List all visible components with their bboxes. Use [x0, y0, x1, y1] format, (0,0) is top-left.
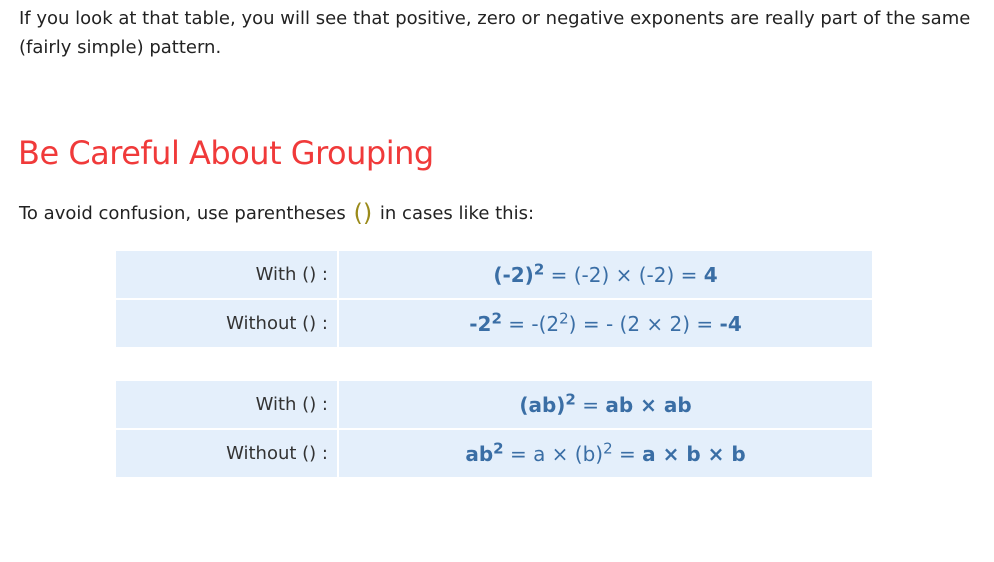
expr-inner-exponent: 2	[559, 308, 569, 327]
intro-paragraph: If you look at that table, you will see …	[19, 8, 971, 58]
variable-grouping-table: With () : (ab)2 = ab × ab Without () : a…	[116, 381, 872, 477]
expr-exponent: 2	[493, 438, 504, 457]
expr-equals: =	[612, 441, 643, 466]
row-expression: (ab)2 = ab × ab	[339, 381, 872, 428]
expr-result: ab × ab	[605, 392, 692, 417]
table-row: Without () : ab2 = a × (b)2 = a × b × b	[116, 428, 872, 477]
section-heading: Be Careful About Grouping	[18, 134, 434, 172]
expr-base: (-2)	[493, 262, 534, 287]
table-row: With () : (ab)2 = ab × ab	[116, 381, 872, 428]
expr-base: (ab)	[519, 392, 566, 417]
row-label: With () :	[116, 381, 339, 428]
row-expression: -22 = -(22) = - (2 × 2) = -4	[339, 298, 872, 347]
expr-exponent: 2	[565, 389, 576, 408]
row-label: With () :	[116, 251, 339, 298]
expr-result: a × b × b	[642, 441, 746, 466]
grouping-note: To avoid confusion, use parentheses () i…	[19, 199, 534, 228]
expr-rest: = a × (b)	[503, 441, 604, 466]
integer-grouping-table: With () : (-2)2 = (-2) × (-2) = 4 Withou…	[116, 251, 872, 347]
note-text-after: in cases like this:	[379, 203, 535, 224]
expr-rest: = (-2) × (-2) =	[544, 262, 704, 287]
expr-exponent: 2	[533, 259, 545, 278]
table-row: Without () : -22 = -(22) = - (2 × 2) = -…	[116, 298, 872, 347]
expr-rest: = -(2	[501, 311, 560, 336]
row-label: Without () :	[116, 428, 339, 477]
row-label: Without () :	[116, 298, 339, 347]
row-expression: (-2)2 = (-2) × (-2) = 4	[339, 251, 872, 298]
row-expression: ab2 = a × (b)2 = a × b × b	[339, 428, 872, 477]
expr-result: -4	[719, 311, 742, 336]
expr-base: -2	[469, 311, 492, 336]
expr-inner-exponent: 2	[603, 438, 613, 457]
note-text-before: To avoid confusion, use parentheses	[19, 203, 346, 224]
expr-exponent: 2	[491, 308, 502, 327]
expr-base: ab	[465, 441, 494, 466]
expr-rest: ) = - (2 × 2) =	[568, 311, 720, 336]
expr-result: 4	[703, 262, 718, 287]
table-row: With () : (-2)2 = (-2) × (-2) = 4	[116, 251, 872, 298]
expr-equals: =	[575, 392, 606, 417]
parentheses-symbol: ()	[353, 199, 373, 227]
